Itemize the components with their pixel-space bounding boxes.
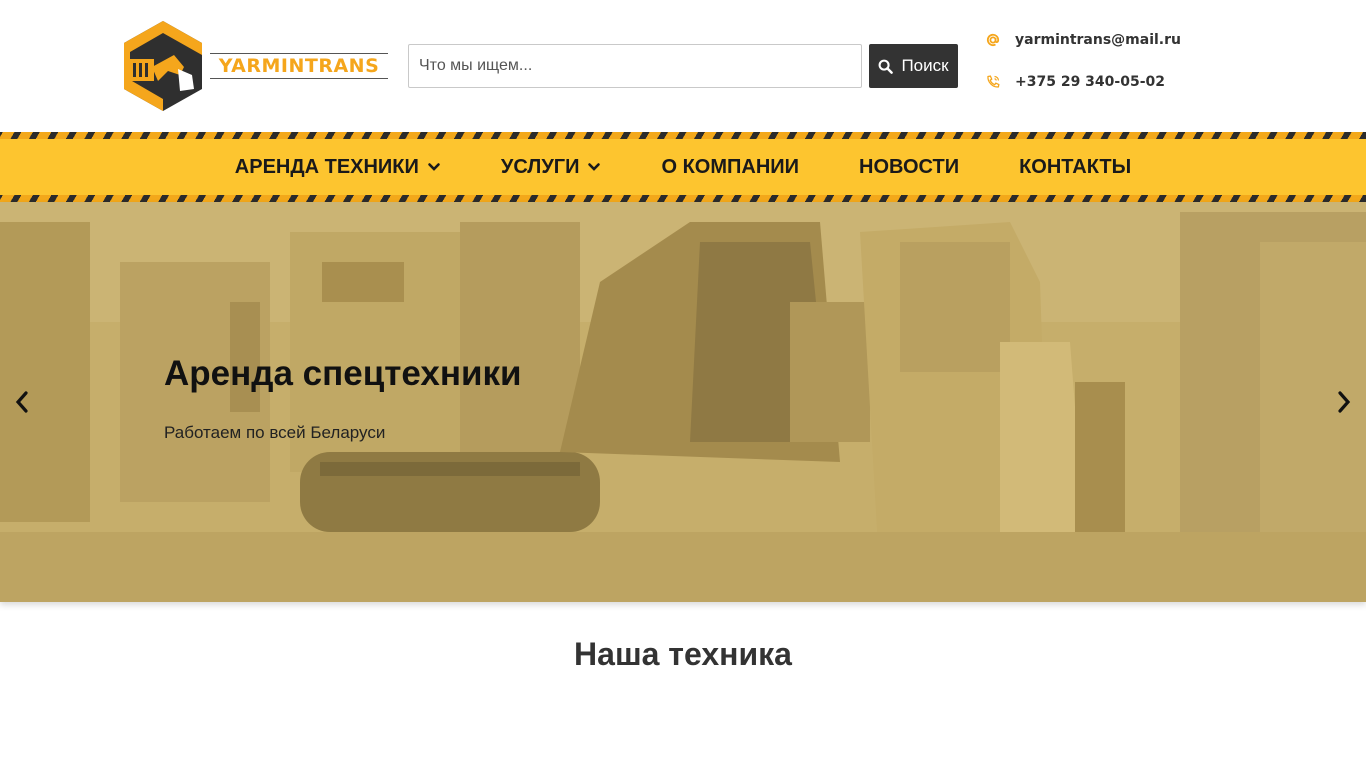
- logo-text: YARMINTRANS: [218, 55, 380, 77]
- chevron-left-icon: [15, 391, 28, 413]
- at-sign-icon: [985, 32, 1001, 48]
- nav-item-label: О КОМПАНИИ: [661, 155, 800, 178]
- chevron-right-icon: [1338, 391, 1351, 413]
- nav-item-news[interactable]: НОВОСТИ: [859, 156, 959, 179]
- section-title: Наша техника: [574, 636, 792, 672]
- nav-item-label: КОНТАКТЫ: [1019, 155, 1132, 178]
- contact-email[interactable]: yarmintrans@mail.ru: [985, 32, 1181, 48]
- search-input[interactable]: [408, 44, 862, 88]
- chevron-down-icon: [588, 163, 601, 171]
- main-nav: АРЕНДА ТЕХНИКИ УСЛУГИ О КОМПАНИИ НОВОСТИ…: [0, 139, 1366, 195]
- site-header: YARMINTRANS Поиск yarmintrans@mail.ru +3…: [0, 0, 1366, 132]
- hazard-stripe-bottom: [0, 195, 1366, 202]
- contact-phone[interactable]: +375 29 340-05-02: [985, 74, 1165, 90]
- nav-item-label: НОВОСТИ: [859, 155, 960, 178]
- hero-subtitle: Работаем по всей Беларуси: [164, 423, 386, 442]
- hero-background-image: [0, 202, 1366, 602]
- hazard-stripe-top: [0, 132, 1366, 139]
- search-icon: [878, 59, 894, 74]
- nav-item-contacts[interactable]: КОНТАКТЫ: [1019, 156, 1131, 179]
- email-link[interactable]: yarmintrans@mail.ru: [1015, 32, 1181, 48]
- nav-item-label: УСЛУГИ: [500, 155, 580, 178]
- hero-slider: Аренда спецтехники Работаем по всей Бела…: [0, 202, 1366, 602]
- phone-icon: [985, 74, 1001, 90]
- slider-prev-button[interactable]: [8, 388, 36, 416]
- excavator-logo-icon: [124, 21, 202, 111]
- phone-link[interactable]: +375 29 340-05-02: [1015, 74, 1165, 90]
- slider-next-button[interactable]: [1330, 388, 1358, 416]
- nav-item-equipment-rental[interactable]: АРЕНДА ТЕХНИКИ: [235, 156, 441, 179]
- hero-title: Аренда спецтехники: [164, 354, 522, 393]
- chevron-down-icon: [428, 163, 440, 171]
- site-logo[interactable]: YARMINTRANS: [122, 19, 388, 113]
- search-button[interactable]: Поиск: [869, 44, 958, 88]
- nav-item-services[interactable]: УСЛУГИ: [501, 156, 602, 179]
- nav-item-about[interactable]: О КОМПАНИИ: [661, 156, 799, 179]
- main-navbar: АРЕНДА ТЕХНИКИ УСЛУГИ О КОМПАНИИ НОВОСТИ…: [0, 132, 1366, 202]
- logo-wordmark: YARMINTRANS: [210, 53, 388, 79]
- search-button-label: Поиск: [901, 56, 949, 75]
- nav-item-label: АРЕНДА ТЕХНИКИ: [234, 155, 419, 178]
